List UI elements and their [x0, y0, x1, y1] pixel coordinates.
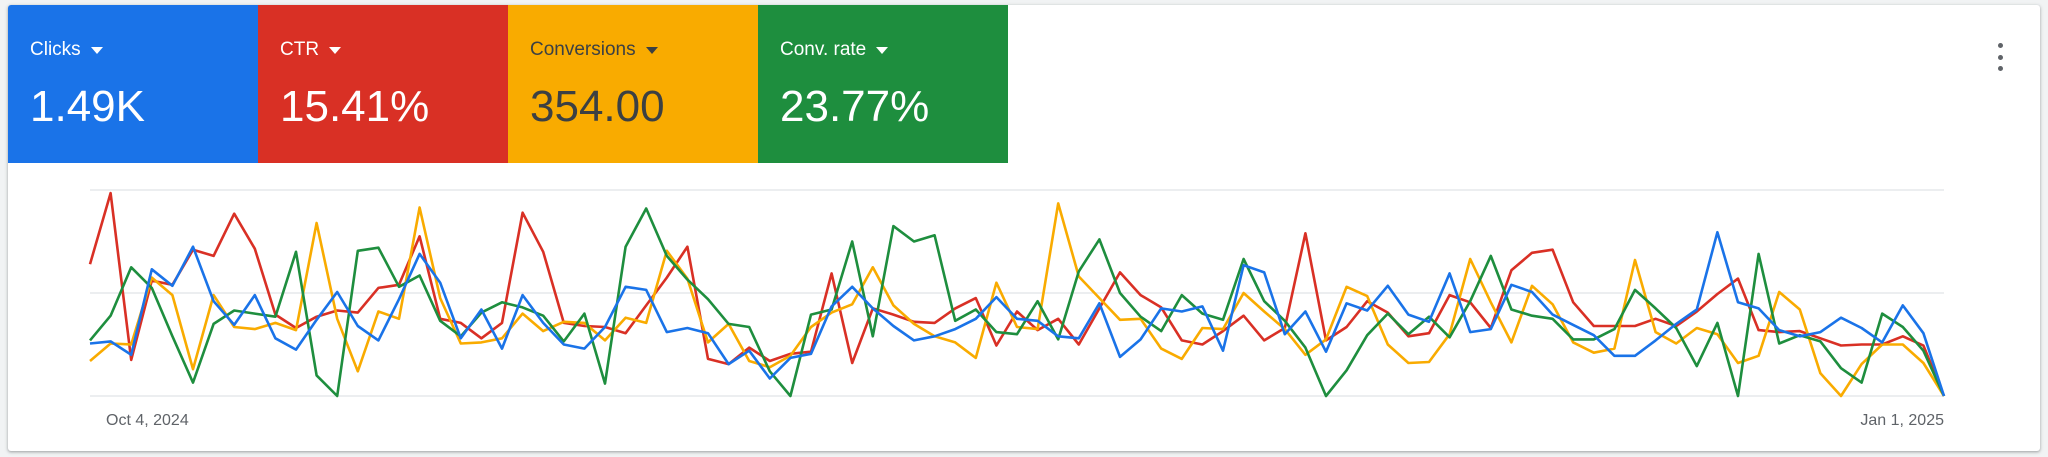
x-axis-tick-start: Oct 4, 2024	[106, 412, 189, 429]
line-chart: Oct 4, 2024 Jan 1, 2025	[88, 189, 1946, 429]
chart-series	[88, 191, 1946, 398]
x-axis-tick-end: Jan 1, 2025	[1860, 412, 1944, 429]
series-line-clicks	[89, 230, 1946, 397]
chart-grid	[90, 189, 1944, 397]
performance-card: Clicks 1.49K CTR 15.41% Conversions 354.…	[8, 5, 2040, 451]
series-line-ctr	[88, 191, 1946, 397]
